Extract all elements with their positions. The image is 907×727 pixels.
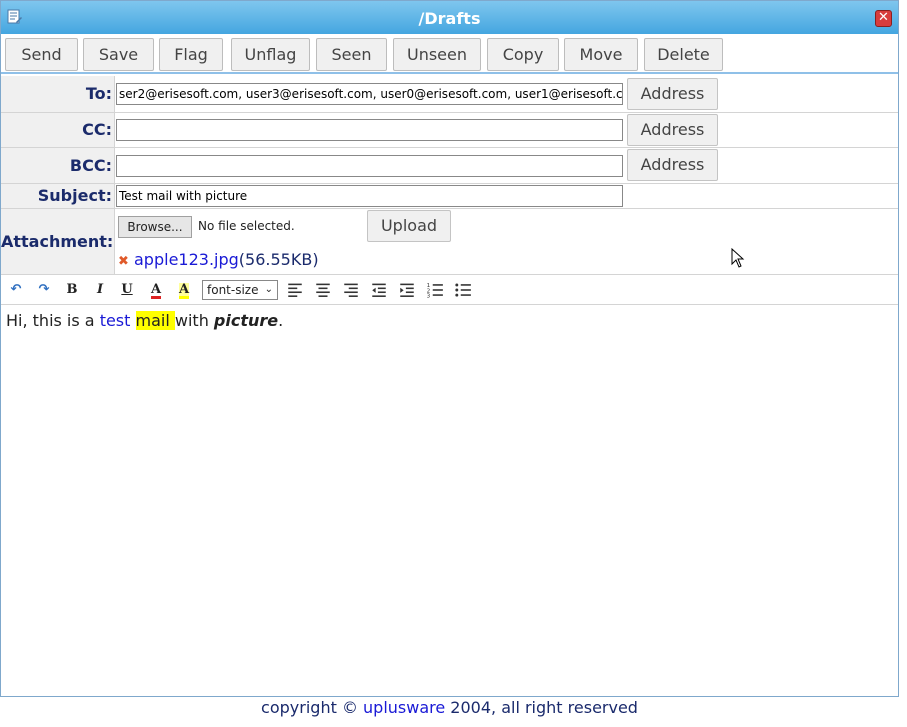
underline-icon[interactable]: U bbox=[118, 281, 136, 299]
title-bar: /Drafts ✕ bbox=[1, 1, 898, 34]
unflag-button[interactable]: Unflag bbox=[231, 38, 310, 71]
bold-icon[interactable]: B bbox=[63, 281, 81, 299]
to-row: To: ser2@erisesoft.com, user3@erisesoft.… bbox=[1, 76, 898, 113]
close-button[interactable]: ✕ bbox=[875, 10, 892, 27]
italic-icon[interactable]: I bbox=[91, 281, 109, 299]
attachment-label: Attachment: bbox=[1, 209, 114, 274]
cc-row: CC: Address bbox=[1, 113, 898, 148]
remove-attachment-icon[interactable]: ✖ bbox=[118, 254, 129, 269]
bcc-address-button[interactable]: Address bbox=[627, 149, 718, 181]
indent-icon[interactable] bbox=[398, 281, 416, 299]
save-button[interactable]: Save bbox=[83, 38, 154, 71]
no-file-text: No file selected. bbox=[198, 219, 295, 233]
mouse-cursor-icon bbox=[731, 248, 745, 268]
unordered-list-icon[interactable] bbox=[454, 281, 472, 299]
subject-row: Subject: Test mail with picture bbox=[1, 184, 898, 209]
align-left-icon[interactable] bbox=[286, 281, 304, 299]
subject-field[interactable]: Test mail with picture bbox=[116, 185, 623, 207]
unseen-button[interactable]: Unseen bbox=[393, 38, 481, 71]
delete-button[interactable]: Delete bbox=[644, 38, 723, 71]
font-color-icon[interactable]: A bbox=[146, 281, 166, 299]
attachment-link[interactable]: apple123.jpg bbox=[134, 250, 239, 269]
subject-label: Subject: bbox=[1, 184, 114, 208]
copyright-prefix: copyright © bbox=[261, 698, 364, 717]
body-text-blue: test bbox=[99, 311, 131, 330]
body-text-period: . bbox=[278, 311, 284, 330]
cc-field[interactable] bbox=[116, 119, 623, 141]
to-field[interactable]: ser2@erisesoft.com, user3@erisesoft.com,… bbox=[116, 83, 623, 105]
bcc-row: BCC: Address bbox=[1, 148, 898, 184]
align-center-icon[interactable] bbox=[314, 281, 332, 299]
to-address-button[interactable]: Address bbox=[627, 78, 718, 110]
attachment-size: (56.55KB) bbox=[238, 250, 319, 269]
body-text-bold-italic: picture bbox=[213, 311, 279, 330]
attachment-row: Attachment: Browse... No file selected. … bbox=[1, 209, 898, 274]
body-text-with: with bbox=[174, 311, 214, 330]
redo-icon[interactable]: ↷ bbox=[35, 281, 53, 299]
close-icon: ✕ bbox=[878, 10, 889, 25]
brand-link[interactable]: uplusware bbox=[363, 698, 445, 717]
footer: copyright © uplusware 2004, all right re… bbox=[0, 698, 899, 717]
body-text-plain: Hi, this is a bbox=[6, 311, 100, 330]
editor-body[interactable]: Hi, this is a test mail with picture. bbox=[6, 311, 283, 330]
seen-button[interactable]: Seen bbox=[316, 38, 387, 71]
highlight-color-icon[interactable]: A bbox=[174, 281, 194, 299]
send-button[interactable]: Send bbox=[5, 38, 78, 71]
chevron-down-icon: ⌄ bbox=[264, 284, 273, 295]
move-button[interactable]: Move bbox=[564, 38, 638, 71]
attachment-item: ✖ apple123.jpg(56.55KB) bbox=[118, 250, 319, 269]
compose-window: /Drafts ✕ Send Save Flag Unflag Seen Uns… bbox=[0, 0, 899, 697]
cc-address-button[interactable]: Address bbox=[627, 114, 718, 146]
browse-button[interactable]: Browse... bbox=[118, 216, 192, 238]
cc-label: CC: bbox=[1, 113, 114, 147]
bcc-label: BCC: bbox=[1, 148, 114, 183]
undo-icon[interactable]: ↶ bbox=[7, 281, 25, 299]
mail-toolbar: Send Save Flag Unflag Seen Unseen Copy M… bbox=[1, 34, 898, 74]
window-title: /Drafts bbox=[418, 9, 481, 28]
to-label: To: bbox=[1, 76, 114, 112]
label-divider bbox=[114, 76, 115, 274]
bcc-field[interactable] bbox=[116, 155, 623, 177]
align-right-icon[interactable] bbox=[342, 281, 360, 299]
copy-button[interactable]: Copy bbox=[487, 38, 559, 71]
font-size-value: font-size bbox=[207, 283, 259, 297]
upload-button[interactable]: Upload bbox=[367, 210, 451, 242]
outdent-icon[interactable] bbox=[370, 281, 388, 299]
copyright-suffix: 2004, all right reserved bbox=[445, 698, 638, 717]
body-text-highlighted: mail bbox=[135, 311, 175, 330]
body-text-space bbox=[130, 311, 135, 330]
ordered-list-icon[interactable]: 1 2 3 bbox=[426, 281, 444, 299]
editor-toolbar: ↶ ↷ B I U A A font-size ⌄ 1 2 3 bbox=[1, 274, 898, 305]
svg-text:3: 3 bbox=[427, 293, 431, 299]
flag-button[interactable]: Flag bbox=[159, 38, 223, 71]
font-size-select[interactable]: font-size ⌄ bbox=[202, 280, 278, 300]
